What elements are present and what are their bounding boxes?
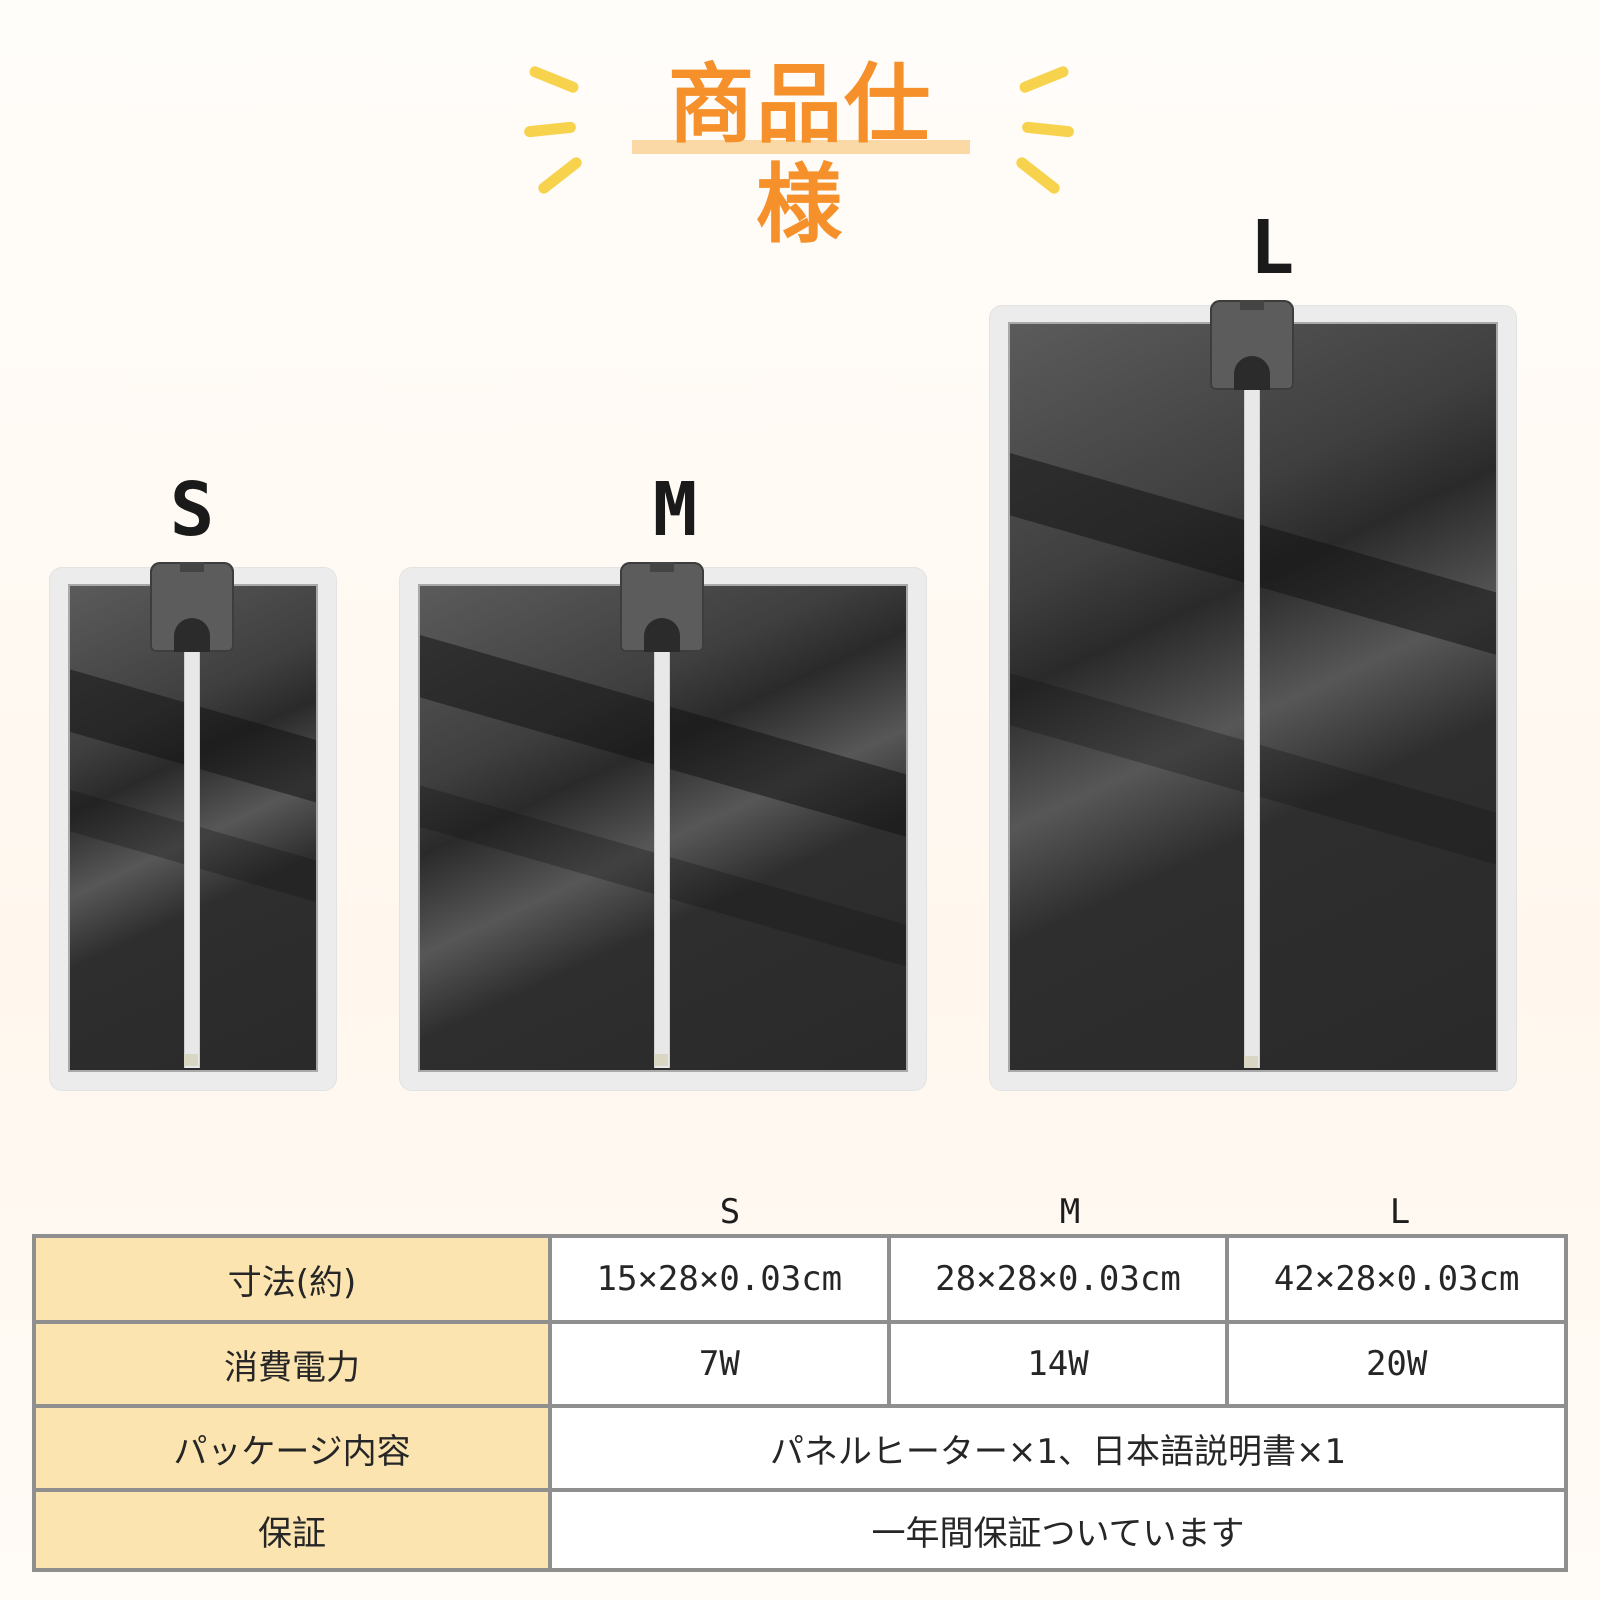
title-area: 商品仕様 — [0, 40, 1600, 255]
spec-table: 寸法(約) 15×28×0.03cm 28×28×0.03cm 42×28×0.… — [32, 1233, 1568, 1572]
row-header-power: 消費電力 — [32, 1320, 552, 1409]
table-row: パッケージ内容 パネルヒーター×1、日本語説明書×1 — [32, 1404, 1568, 1493]
cell-power-l: 20W — [1225, 1320, 1568, 1409]
cable-tip — [184, 1054, 198, 1066]
size-label-m: M — [652, 467, 698, 553]
table-row: 消費電力 7W 14W 20W — [32, 1320, 1568, 1409]
row-header-dimensions: 寸法(約) — [32, 1233, 552, 1325]
table-row: 寸法(約) 15×28×0.03cm 28×28×0.03cm 42×28×0.… — [32, 1233, 1568, 1325]
cable-tip — [654, 1054, 668, 1066]
cable — [654, 638, 670, 1068]
column-header-m: M — [1059, 1192, 1081, 1232]
page-title: 商品仕様 — [668, 55, 932, 255]
column-header-s: S — [719, 1192, 741, 1232]
cell-dimensions-l: 42×28×0.03cm — [1225, 1233, 1568, 1325]
row-header-warranty: 保証 — [32, 1488, 552, 1572]
column-header-l: L — [1389, 1192, 1411, 1232]
cell-dimensions-s: 15×28×0.03cm — [548, 1233, 891, 1325]
cell-package-contents: パネルヒーター×1、日本語説明書×1 — [548, 1404, 1568, 1493]
connector-icon — [150, 562, 234, 652]
cable-tip — [1244, 1056, 1258, 1068]
heater-panel-s — [50, 562, 336, 1090]
burst-left-decoration — [520, 60, 640, 200]
heater-panel-l — [990, 300, 1516, 1090]
cable — [184, 638, 200, 1068]
connector-icon — [620, 562, 704, 652]
cell-dimensions-m: 28×28×0.03cm — [886, 1233, 1230, 1325]
size-label-s: S — [169, 467, 215, 553]
cell-warranty: 一年間保証ついています — [548, 1488, 1568, 1572]
row-header-package: パッケージ内容 — [32, 1404, 552, 1493]
connector-icon — [1210, 300, 1294, 390]
burst-right-decoration — [1010, 60, 1130, 200]
heater-panel-m — [400, 562, 926, 1090]
table-row: 保証 一年間保証ついています — [32, 1488, 1568, 1572]
cable — [1244, 376, 1260, 1068]
cell-power-m: 14W — [886, 1320, 1230, 1409]
cell-power-s: 7W — [548, 1320, 891, 1409]
size-label-l: L — [1249, 205, 1295, 291]
